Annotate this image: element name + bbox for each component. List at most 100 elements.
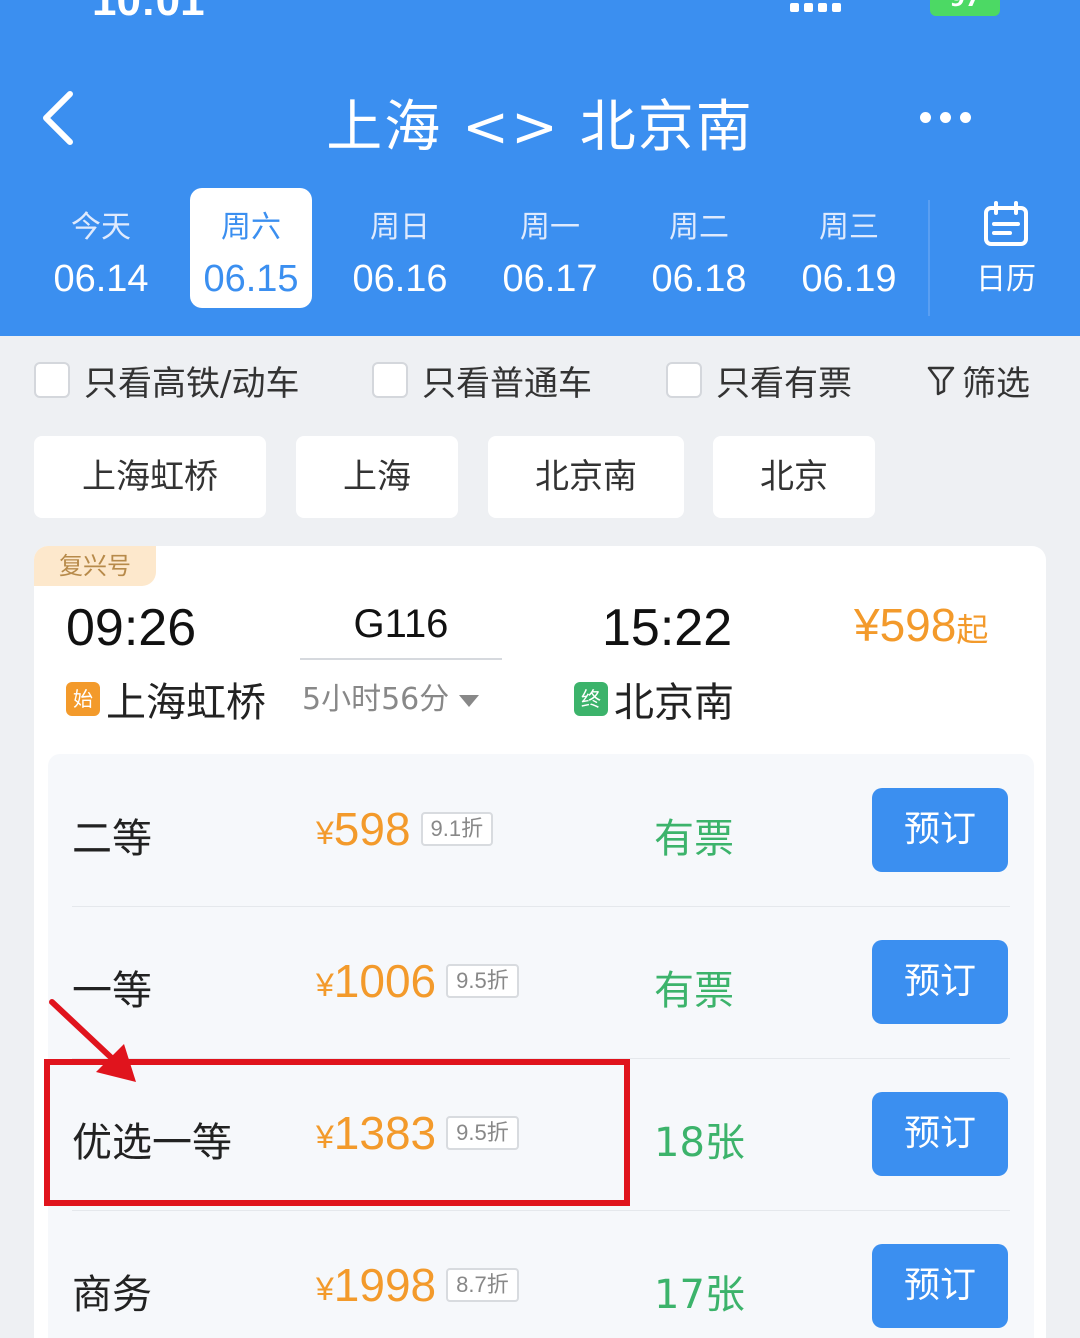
filter-normal-train[interactable]: 只看普通车 [372, 358, 592, 404]
calendar-button[interactable]: 日历 [960, 200, 1052, 300]
train-type-badge: 复兴号 [34, 546, 156, 586]
discount-badge: 9.5折 [446, 1116, 519, 1150]
station-chip[interactable]: 上海 [296, 436, 458, 518]
filter-label: 只看有票 [716, 363, 852, 404]
book-button[interactable]: 预订 [872, 1244, 1008, 1328]
caret-down-icon [459, 694, 480, 707]
train-card[interactable]: 复兴号 09:26 G116 15:22 ¥598起 始 上海虹桥 5小时56分… [34, 546, 1046, 1338]
departure-station: 始 上海虹桥 [66, 670, 266, 728]
arrival-station: 终 北京南 [574, 670, 734, 728]
date-tab-4[interactable]: 周二 06.18 [638, 188, 760, 308]
seat-price-value: 1383 [333, 1107, 437, 1159]
lowest-price: ¥598起 [854, 598, 988, 652]
date-tab-date: 06.16 [352, 258, 448, 300]
checkbox[interactable] [666, 362, 702, 398]
start-tag-icon: 始 [66, 682, 100, 716]
date-tab-day: 周二 [669, 210, 729, 245]
date-tab-date: 06.18 [651, 258, 747, 300]
seat-price: ¥ 1383 9.5折 [316, 1106, 519, 1160]
arrival-station-name: 北京南 [614, 680, 734, 726]
date-tab-day: 周六 [221, 210, 281, 245]
date-tab-3[interactable]: 周一 06.17 [489, 188, 611, 308]
seat-price-value: 1998 [333, 1259, 437, 1311]
seat-price-value: 1006 [333, 955, 437, 1007]
seat-class: 商务 [72, 1272, 152, 1318]
app-header: 10:01 97 上海 <> 北京南 今天 06.14 周六 06.15 周日 … [0, 0, 1080, 336]
checkbox[interactable] [34, 362, 70, 398]
date-tab-day: 周一 [520, 210, 580, 245]
page-title: 上海 <> 北京南 [326, 95, 754, 160]
discount-badge: 8.7折 [446, 1268, 519, 1302]
seat-row: 一等 ¥ 1006 9.5折 有票 预订 [48, 906, 1034, 1058]
train-number: G116 [353, 602, 449, 646]
date-tabs: 今天 06.14 周六 06.15 周日 06.16 周一 06.17 周二 0… [28, 188, 928, 308]
seat-price-value: 598 [333, 803, 411, 855]
yen-symbol: ¥ [316, 1270, 334, 1307]
date-tab-5[interactable]: 周三 06.19 [788, 188, 910, 308]
route-line [300, 658, 502, 660]
seat-list: 二等 ¥ 598 9.1折 有票 预订 一等 ¥ 1006 9.5折 有票 预订… [48, 754, 1034, 1338]
signal-icon [790, 0, 846, 16]
seat-availability: 17张 [654, 1272, 745, 1318]
price-suffix: 起 [956, 611, 989, 649]
departure-station-name: 上海虹桥 [106, 680, 266, 726]
seat-row: 优选一等 ¥ 1383 9.5折 18张 预订 [48, 1058, 1034, 1210]
seat-availability: 有票 [654, 816, 734, 862]
seat-availability: 18张 [654, 1120, 745, 1166]
yen-symbol: ¥ [316, 1118, 334, 1155]
date-tab-2[interactable]: 周日 06.16 [339, 188, 461, 308]
date-tab-1[interactable]: 周六 06.15 [190, 188, 312, 308]
status-bar: 10:01 97 [0, 0, 1080, 22]
back-button[interactable] [36, 88, 86, 148]
seat-availability: 有票 [654, 968, 734, 1014]
discount-badge: 9.5折 [446, 964, 519, 998]
checkbox[interactable] [372, 362, 408, 398]
duration-toggle[interactable]: 5小时56分 [302, 674, 480, 718]
filter-high-speed[interactable]: 只看高铁/动车 [34, 358, 300, 404]
filter-available[interactable]: 只看有票 [666, 358, 852, 404]
date-tab-date: 06.15 [203, 258, 299, 300]
seat-price: ¥ 598 9.1折 [316, 802, 494, 856]
date-tab-day: 今天 [71, 210, 131, 245]
seat-row: 二等 ¥ 598 9.1折 有票 预订 [48, 754, 1034, 906]
date-tab-date: 06.14 [53, 258, 149, 300]
discount-badge: 9.1折 [420, 812, 494, 846]
arrival-time: 15:22 [602, 599, 733, 657]
station-chip[interactable]: 北京南 [488, 436, 684, 518]
seat-class: 优选一等 [72, 1120, 232, 1166]
status-time: 10:01 [92, 0, 205, 22]
seat-price: ¥ 1006 9.5折 [316, 954, 519, 1008]
tabs-divider [928, 200, 930, 316]
calendar-label: 日历 [976, 262, 1036, 297]
battery-icon: 97 [930, 0, 1000, 16]
station-chip[interactable]: 上海虹桥 [34, 436, 266, 518]
yen-symbol: ¥ [316, 966, 334, 1003]
seat-class: 二等 [72, 816, 152, 862]
end-tag-icon: 终 [574, 682, 608, 716]
filter-label: 只看普通车 [422, 363, 592, 404]
station-chip[interactable]: 北京 [713, 436, 875, 518]
seat-price: ¥ 1998 8.7折 [316, 1258, 519, 1312]
calendar-icon [984, 201, 1028, 246]
seat-row: 商务 ¥ 1998 8.7折 17张 预订 [48, 1210, 1034, 1338]
seat-class: 一等 [72, 968, 152, 1014]
book-button[interactable]: 预订 [872, 788, 1008, 872]
chevron-left-icon [43, 91, 73, 145]
date-tab-date: 06.19 [801, 258, 897, 300]
filter-bar: 只看高铁/动车 只看普通车 只看有票 筛选 [0, 336, 1080, 426]
departure-time: 09:26 [66, 599, 197, 657]
date-tab-day: 周三 [819, 210, 879, 245]
filter-button-label: 筛选 [962, 363, 1030, 404]
date-tab-date: 06.17 [502, 258, 598, 300]
more-button[interactable] [912, 108, 978, 128]
yen-symbol: ¥ [316, 814, 334, 851]
funnel-icon [927, 366, 955, 396]
filter-button[interactable]: 筛选 [926, 358, 1030, 404]
book-button[interactable]: 预订 [872, 940, 1008, 1024]
date-tab-day: 周日 [370, 210, 430, 245]
filter-label: 只看高铁/动车 [84, 363, 300, 404]
duration-text: 5小时56分 [302, 682, 450, 717]
book-button[interactable]: 预订 [872, 1092, 1008, 1176]
lowest-price-value: ¥598 [854, 599, 957, 651]
date-tab-0[interactable]: 今天 06.14 [40, 188, 162, 308]
